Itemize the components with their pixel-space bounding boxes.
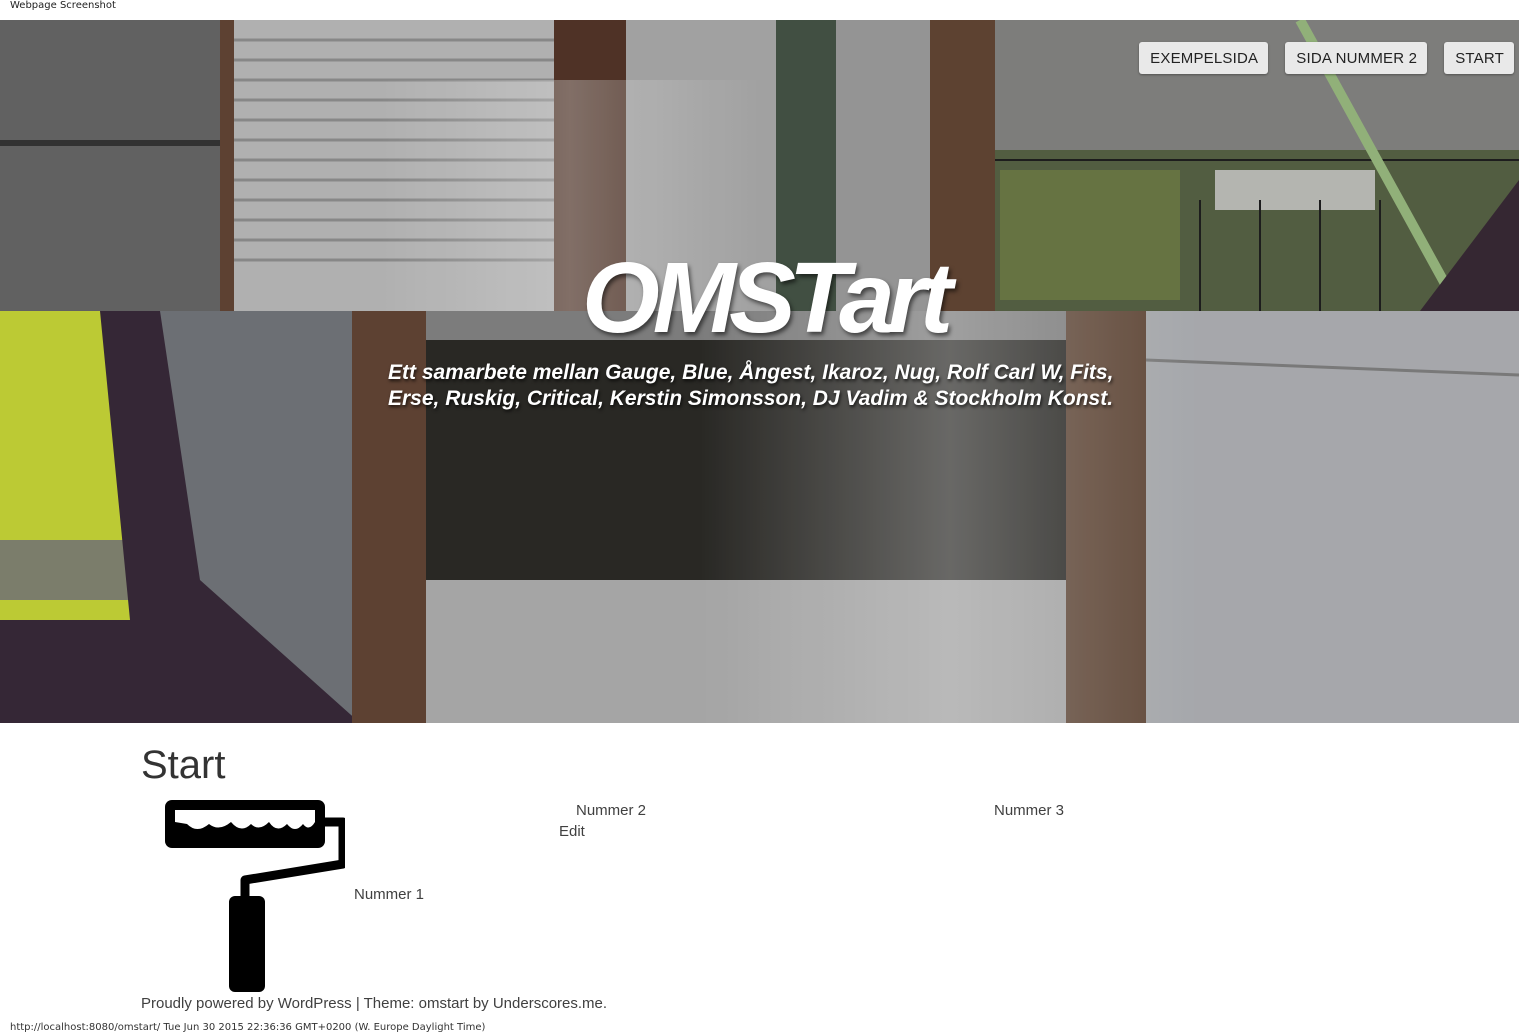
footer-period: .: [602, 995, 608, 1012]
site-footer: Proudly powered by WordPress | Theme: om…: [141, 995, 607, 1012]
item-nummer-3[interactable]: Nummer 3: [994, 802, 1064, 819]
main-navigation: EXEMPELSIDA SIDA NUMMER 2 START: [1139, 42, 1514, 74]
theme-credit: Theme: omstart by: [363, 995, 493, 1012]
item-nummer-2[interactable]: Nummer 2: [576, 802, 646, 819]
item-nummer-1[interactable]: Nummer 1: [354, 886, 424, 903]
page-title: Start: [141, 743, 226, 787]
site-title[interactable]: OMSTart: [582, 248, 953, 348]
site-description: Ett samarbete mellan Gauge, Blue, Ångest…: [388, 360, 1168, 412]
nav-item-exempelsida[interactable]: EXEMPELSIDA: [1139, 42, 1269, 74]
url-timestamp-line: http://localhost:8080/omstart/ Tue Jun 3…: [10, 1022, 486, 1033]
site-description-line-2: Erse, Ruskig, Critical, Kerstin Simonsso…: [388, 387, 1114, 410]
nav-item-sida-nummer-2[interactable]: SIDA NUMMER 2: [1285, 42, 1428, 74]
site-description-line-1: Ett samarbete mellan Gauge, Blue, Ångest…: [388, 361, 1114, 384]
nav-item-start[interactable]: START: [1444, 42, 1514, 74]
underscores-link[interactable]: Underscores.me: [493, 995, 603, 1012]
screenshot-caption: Webpage Screenshot: [10, 0, 116, 11]
edit-link[interactable]: Edit: [559, 823, 585, 840]
paint-roller-icon: [165, 800, 345, 992]
footer-separator: |: [351, 995, 364, 1012]
site-header: EXEMPELSIDA SIDA NUMMER 2 START OMSTart …: [0, 20, 1519, 723]
wordpress-link[interactable]: Proudly powered by WordPress: [141, 995, 352, 1012]
